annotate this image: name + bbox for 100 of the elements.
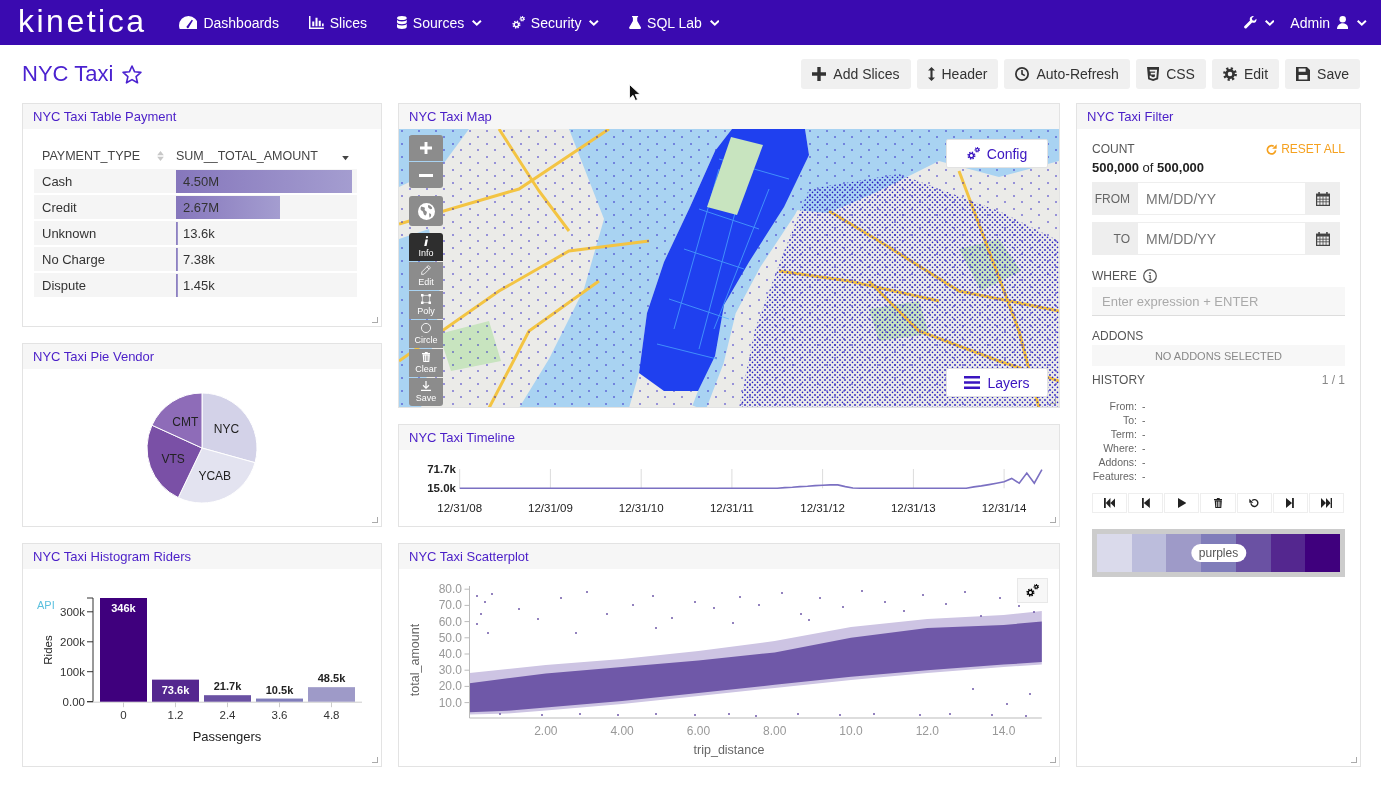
gauge-icon xyxy=(178,16,198,29)
history-button[interactable] xyxy=(1200,493,1236,513)
menu-icon xyxy=(964,376,981,389)
toolbar-button[interactable]: Auto-Refresh xyxy=(1004,59,1130,89)
column-header[interactable]: SUM__TOTAL_AMOUNT xyxy=(176,145,357,167)
bar-value-label: 10.5k xyxy=(265,683,294,696)
axis-tick-label: 15.0k xyxy=(427,482,456,495)
nav-menu-item[interactable]: Slices xyxy=(293,0,383,45)
histogram-bar[interactable] xyxy=(152,679,199,702)
resize-handle-icon[interactable] xyxy=(372,317,378,323)
history-button[interactable] xyxy=(1092,493,1128,513)
minus-icon xyxy=(419,173,433,177)
resize-handle-icon[interactable] xyxy=(372,757,378,763)
panel-title: NYC Taxi Histogram Riders xyxy=(33,549,191,564)
axis-tick-label: 1.2 xyxy=(167,709,184,721)
polygon-icon xyxy=(421,294,431,304)
axis-tick-label: 200k xyxy=(60,635,85,648)
download-icon xyxy=(421,381,431,391)
logo[interactable]: kinetica xyxy=(18,4,147,37)
wrench-icon xyxy=(1243,16,1257,29)
bar-chart-icon xyxy=(308,16,324,29)
color-palette[interactable]: purples xyxy=(1092,529,1345,577)
panel-title: NYC Taxi Scatterplot xyxy=(409,549,529,564)
history-field-value: - xyxy=(1142,470,1146,482)
field-label: FROM xyxy=(1092,182,1138,215)
axis-tick-label: 8.00 xyxy=(763,724,787,738)
date-field[interactable]: MM/DD/YY xyxy=(1138,222,1305,255)
history-button[interactable] xyxy=(1128,493,1164,513)
play-icon xyxy=(1177,498,1187,508)
history-button[interactable] xyxy=(1272,493,1308,513)
slice-label: CMT xyxy=(172,415,199,430)
history-field-value: - xyxy=(1142,400,1146,412)
axis-title: total_amount xyxy=(408,623,422,697)
zoom-out-button[interactable] xyxy=(409,162,443,188)
refresh-icon xyxy=(1266,143,1278,155)
history-field-label: Term: xyxy=(1109,428,1137,440)
palette-name-label: purples xyxy=(1190,544,1247,562)
toolbar-button[interactable]: CSS xyxy=(1135,59,1206,89)
resize-handle-icon[interactable] xyxy=(372,517,378,523)
calendar-icon xyxy=(1315,191,1330,206)
resize-handle-icon[interactable] xyxy=(1050,398,1056,404)
histogram-bar[interactable] xyxy=(100,598,147,702)
table-cell: No Charge xyxy=(34,247,176,271)
user-menu-button[interactable]: Admin xyxy=(1290,0,1367,45)
resize-handle-icon[interactable] xyxy=(1050,517,1056,523)
clock-icon xyxy=(1015,67,1030,81)
layers-button[interactable]: Layers xyxy=(946,368,1048,397)
date-field[interactable]: MM/DD/YY xyxy=(1138,182,1305,215)
table-cell: Unknown xyxy=(34,221,176,245)
nav-menu-item[interactable]: Dashboards xyxy=(163,0,294,45)
config-button[interactable]: Config xyxy=(946,139,1048,168)
table-cell: Cash xyxy=(34,169,176,193)
table-cell-text: 7.38k xyxy=(182,251,216,267)
plus-icon xyxy=(420,142,432,154)
history-position: 1 / 1 xyxy=(1321,373,1345,387)
panel-title: NYC Taxi Table Payment xyxy=(33,109,177,124)
nav-menu-item[interactable]: Sources xyxy=(382,0,497,45)
resize-handle-icon[interactable] xyxy=(1351,757,1357,763)
gears-icon xyxy=(511,16,525,29)
column-header[interactable]: PAYMENT_TYPE xyxy=(34,145,176,167)
resize-handle-icon[interactable] xyxy=(1050,757,1056,763)
toolbar-button[interactable]: Save xyxy=(1285,59,1360,89)
globe-button[interactable] xyxy=(409,196,443,226)
star-icon[interactable] xyxy=(122,64,143,84)
history-button[interactable] xyxy=(1164,493,1200,513)
mouse-pointer-icon xyxy=(629,84,640,101)
expression-field[interactable]: Enter expression + ENTER xyxy=(1092,287,1345,316)
database-icon xyxy=(397,16,407,29)
history-button[interactable] xyxy=(1236,493,1272,513)
bar-value-label: 48.5k xyxy=(317,672,346,685)
axis-tick-label: 0 xyxy=(120,709,127,721)
field-label: TO xyxy=(1092,222,1138,255)
calendar-button[interactable] xyxy=(1305,222,1340,255)
history-field-value: - xyxy=(1142,414,1146,426)
pie-slice[interactable] xyxy=(151,392,203,449)
calendar-button[interactable] xyxy=(1305,182,1340,215)
zoom-in-button[interactable] xyxy=(409,135,443,161)
toolbar-button[interactable]: Add Slices xyxy=(801,59,911,89)
info-icon[interactable] xyxy=(1142,269,1157,283)
nav-menu-item[interactable]: SQL Lab xyxy=(614,0,735,45)
user-icon xyxy=(1337,16,1349,29)
axis-tick-label: 2.00 xyxy=(534,724,558,738)
pencil-icon xyxy=(421,265,431,275)
globe-icon xyxy=(417,202,435,220)
history-field-value: - xyxy=(1142,428,1146,440)
shield-icon xyxy=(1146,67,1160,81)
trash-icon xyxy=(421,352,431,362)
toolbar-button[interactable]: Edit xyxy=(1211,59,1280,89)
chart-settings-button[interactable] xyxy=(1017,578,1048,603)
table-cell: Credit xyxy=(34,195,176,219)
gears-icon xyxy=(1026,584,1039,597)
toolbar-button[interactable]: Header xyxy=(916,59,999,89)
history-field-value: - xyxy=(1142,456,1146,468)
nav-menu-item[interactable]: Security xyxy=(496,0,614,45)
axis-tick-label: 70.0 xyxy=(438,598,462,613)
axis-tick-label: 50.0 xyxy=(438,630,462,645)
map-tool-button[interactable]: Info xyxy=(409,233,443,261)
history-button[interactable] xyxy=(1308,493,1344,513)
axis-tick-label: 10.0 xyxy=(438,695,462,710)
slice-label: YCAB xyxy=(198,469,232,484)
